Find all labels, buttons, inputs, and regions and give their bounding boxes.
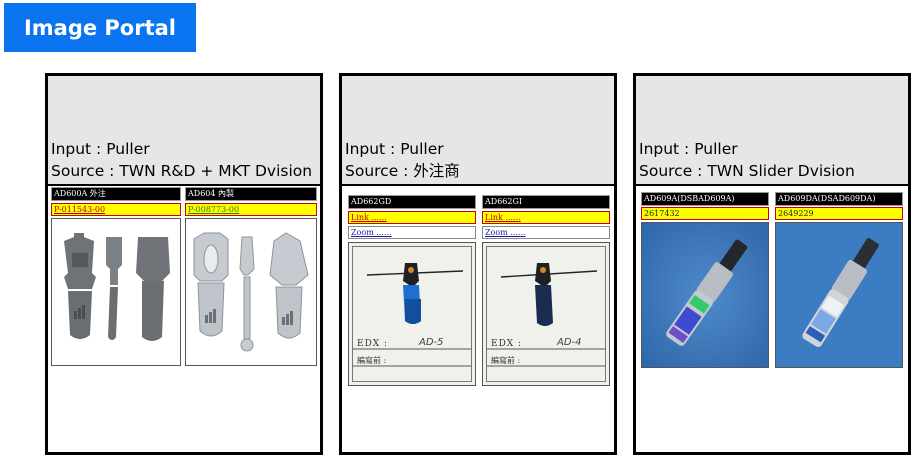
puller-silver-views-image: [186, 219, 316, 365]
card-header: Input : Puller Source : 外注商: [342, 76, 614, 186]
zoom-link[interactable]: Zoom ......: [482, 226, 610, 239]
part-code: AD609DA(DSAD609DA): [775, 192, 903, 206]
thumbnail-item[interactable]: AD662GD Link ...... Zoom ...... EDX : AD…: [348, 195, 476, 386]
part-number-link[interactable]: 2617432: [641, 207, 769, 220]
edx-label: EDX :: [357, 339, 389, 349]
part-code: AD662GI: [482, 195, 610, 209]
part-number-link[interactable]: 2649229: [775, 207, 903, 220]
puller-photo[interactable]: EDX : AD-4 編寫前 :: [482, 242, 610, 386]
slider-photo[interactable]: [775, 222, 903, 368]
edx-value: AD-4: [557, 337, 582, 348]
image-card-2[interactable]: Input : Puller Source : 外注商 AD662GD Link…: [339, 73, 617, 455]
card-input-label: Input : Puller: [51, 140, 150, 158]
white-blue-slider-image: [776, 223, 902, 367]
slider-photo[interactable]: [641, 222, 769, 368]
note-label: 編寫前 :: [491, 356, 521, 365]
note-label: 編寫前 :: [357, 356, 387, 365]
part-code: AD609A(DSBAD609A): [641, 192, 769, 206]
puller-side-views-image: [52, 219, 180, 365]
card-header: Input : Puller Source : TWN Slider Dvisi…: [636, 76, 908, 186]
thumbnail-row: AD600A 外注 P-011543-00 AD604 內製 P-008773-…: [51, 187, 317, 367]
image-portal-button[interactable]: Image Portal: [4, 3, 196, 52]
thumbnail-item[interactable]: AD600A 外注 P-011543-00: [51, 187, 181, 367]
thumbnail-row: AD609A(DSBAD609A) 2617432 AD609DA(DSAD60…: [641, 192, 907, 372]
card-source-label: Source : 外注商: [345, 162, 460, 180]
link-bar[interactable]: Link ......: [482, 211, 610, 224]
puller-photo[interactable]: EDX : AD-5 編寫前 :: [348, 242, 476, 386]
thumbnail-item[interactable]: AD662GI Link ...... Zoom ...... EDX : AD…: [482, 195, 610, 386]
edx-value: AD-5: [419, 337, 444, 348]
card-caption: Input : Puller Source : TWN Slider Dvisi…: [639, 138, 855, 182]
part-number-link[interactable]: P-008773-00: [185, 203, 317, 216]
part-number-link[interactable]: P-011543-00: [51, 203, 181, 216]
part-code: AD604 內製: [185, 187, 317, 201]
zoom-link[interactable]: Zoom ......: [348, 226, 476, 239]
image-card-1[interactable]: Input : Puller Source : TWN R&D + MKT Dv…: [45, 73, 323, 455]
thumbnail-item[interactable]: AD609A(DSBAD609A) 2617432: [641, 192, 769, 372]
part-code: AD662GD: [348, 195, 476, 209]
card-input-label: Input : Puller: [639, 140, 738, 158]
image-card-3[interactable]: Input : Puller Source : TWN Slider Dvisi…: [633, 73, 911, 455]
card-source-label: Source : TWN R&D + MKT Dvision: [51, 162, 313, 180]
card-source-label: Source : TWN Slider Dvision: [639, 162, 855, 180]
part-code: AD600A 外注: [51, 187, 181, 201]
card-input-label: Input : Puller: [345, 140, 444, 158]
puller-photo[interactable]: [185, 218, 317, 366]
card-caption: Input : Puller Source : 外注商: [345, 138, 460, 182]
puller-photo[interactable]: [51, 218, 181, 366]
card-caption: Input : Puller Source : TWN R&D + MKT Dv…: [51, 138, 312, 182]
thumbnail-item[interactable]: AD604 內製 P-008773-00: [185, 187, 317, 367]
edx-label: EDX :: [491, 339, 523, 349]
link-bar[interactable]: Link ......: [348, 211, 476, 224]
thumbnail-row: AD662GD Link ...... Zoom ...... EDX : AD…: [348, 195, 614, 386]
green-blue-slider-image: [642, 223, 768, 367]
card-header: Input : Puller Source : TWN R&D + MKT Dv…: [48, 76, 320, 186]
thumbnail-item[interactable]: AD609DA(DSAD609DA) 2649229: [775, 192, 903, 372]
